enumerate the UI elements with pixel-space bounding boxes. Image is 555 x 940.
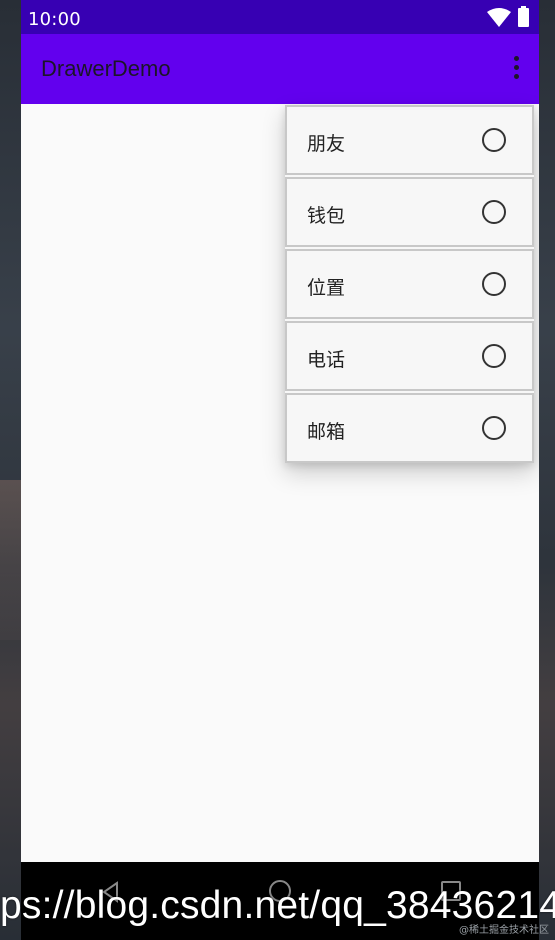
app-bar: DrawerDemo <box>21 34 539 104</box>
app-title: DrawerDemo <box>41 56 171 81</box>
menu-item-label: 邮箱 <box>307 421 346 443</box>
wifi-icon <box>487 8 511 27</box>
radio-button-icon[interactable] <box>482 272 506 296</box>
menu-item-mailbox[interactable]: 邮箱 <box>285 393 534 463</box>
radio-button-icon[interactable] <box>482 128 506 152</box>
menu-item-label: 电话 <box>307 349 346 371</box>
more-vert-icon[interactable] <box>509 56 523 82</box>
radio-button-icon[interactable] <box>482 344 506 368</box>
menu-item-label: 钱包 <box>307 205 346 227</box>
menu-item-phone[interactable]: 电话 <box>285 321 534 391</box>
menu-item-label: 朋友 <box>307 133 346 155</box>
popup-menu: 朋友 钱包 位置 电话 邮箱 <box>285 105 534 463</box>
menu-item-label: 位置 <box>307 277 346 299</box>
battery-icon <box>518 6 529 27</box>
menu-item-friends[interactable]: 朋友 <box>285 105 534 175</box>
status-bar: 10:00 <box>21 0 539 34</box>
radio-button-icon[interactable] <box>482 200 506 224</box>
radio-button-icon[interactable] <box>482 416 506 440</box>
background-streak <box>0 480 22 640</box>
status-time: 10:00 <box>28 9 81 30</box>
menu-item-location[interactable]: 位置 <box>285 249 534 319</box>
phone-screen: 10:00 DrawerDemo 朋友 钱包 位置 电话 邮箱 <box>21 0 539 940</box>
watermark-small: @稀土掘金技术社区 <box>459 925 549 936</box>
menu-item-wallet[interactable]: 钱包 <box>285 177 534 247</box>
